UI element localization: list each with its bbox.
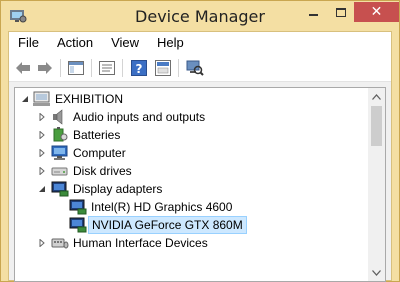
properties-icon[interactable] bbox=[98, 59, 116, 77]
device-manager-app-icon bbox=[9, 8, 27, 24]
toolbar-separator bbox=[60, 59, 61, 77]
tree-root[interactable]: EXHIBITION bbox=[15, 90, 369, 108]
hid-icon bbox=[51, 235, 69, 251]
expand-arrow-icon[interactable] bbox=[37, 238, 47, 248]
close-button[interactable]: ✕ bbox=[354, 2, 399, 22]
expand-arrow-icon[interactable] bbox=[37, 148, 47, 158]
expand-arrow-icon[interactable] bbox=[37, 130, 47, 140]
tree-item-batteries[interactable]: Batteries bbox=[15, 126, 369, 144]
tree-item-hid[interactable]: Human Interface Devices bbox=[15, 234, 369, 252]
tree-item-label: Computer bbox=[73, 146, 126, 160]
speaker-icon bbox=[51, 109, 69, 125]
minimize-button[interactable] bbox=[300, 2, 327, 22]
menu-file[interactable]: File bbox=[9, 32, 48, 54]
menu-action[interactable]: Action bbox=[48, 32, 102, 54]
menu-bar: File Action View Help bbox=[9, 32, 391, 54]
maximize-button[interactable] bbox=[327, 2, 354, 22]
tree-item-audio[interactable]: Audio inputs and outputs bbox=[15, 108, 369, 126]
tree-item-intel-gpu[interactable]: Intel(R) HD Graphics 4600 bbox=[15, 198, 369, 216]
toolbar: ? bbox=[9, 54, 391, 82]
maximize-icon bbox=[335, 7, 346, 17]
forward-icon[interactable] bbox=[36, 59, 54, 77]
vertical-scrollbar[interactable] bbox=[368, 88, 385, 281]
minimize-icon bbox=[309, 14, 318, 16]
battery-icon bbox=[51, 127, 69, 143]
update-driver-icon[interactable] bbox=[154, 59, 172, 77]
collapse-arrow-icon[interactable] bbox=[37, 184, 47, 194]
expand-arrow-icon[interactable] bbox=[37, 112, 47, 122]
scrollbar-thumb[interactable] bbox=[371, 106, 382, 146]
help-icon[interactable]: ? bbox=[130, 59, 148, 77]
scroll-up-icon[interactable] bbox=[368, 88, 385, 105]
client-area: File Action View Help ? EXHIBITION Audio… bbox=[8, 31, 392, 282]
collapse-arrow-icon[interactable] bbox=[20, 94, 30, 104]
tree-item-label: Human Interface Devices bbox=[73, 236, 208, 250]
display-adapter-icon bbox=[51, 181, 69, 197]
disk-drive-icon bbox=[51, 163, 69, 179]
show-hide-tree-icon[interactable] bbox=[67, 59, 85, 77]
device-manager-window: Device Manager ✕ File Action View Help ?… bbox=[0, 0, 400, 282]
tree-item-display-adapters[interactable]: Display adapters bbox=[15, 180, 369, 198]
toolbar-separator bbox=[178, 59, 179, 77]
tree-root-label: EXHIBITION bbox=[55, 92, 124, 106]
display-adapter-icon bbox=[69, 199, 87, 215]
tree-item-label: Disk drives bbox=[73, 164, 132, 178]
title-bar[interactable]: Device Manager ✕ bbox=[1, 1, 399, 31]
scroll-down-icon[interactable] bbox=[368, 264, 385, 281]
expand-arrow-icon[interactable] bbox=[37, 166, 47, 176]
back-icon[interactable] bbox=[14, 59, 32, 77]
menu-help[interactable]: Help bbox=[148, 32, 193, 54]
tree-item-label: Batteries bbox=[73, 128, 121, 142]
svg-text:?: ? bbox=[136, 62, 143, 76]
tree-item-disk-drives[interactable]: Disk drives bbox=[15, 162, 369, 180]
tree-item-nvidia-gpu[interactable]: NVIDIA GeForce GTX 860M bbox=[15, 216, 369, 234]
computer-icon bbox=[33, 91, 51, 107]
tree-item-label: Intel(R) HD Graphics 4600 bbox=[91, 200, 233, 214]
tree-item-label: Display adapters bbox=[73, 182, 163, 196]
toolbar-separator bbox=[122, 59, 123, 77]
close-icon: ✕ bbox=[370, 4, 383, 20]
computer-icon bbox=[51, 145, 69, 161]
tree-item-computer[interactable]: Computer bbox=[15, 144, 369, 162]
display-adapter-icon bbox=[69, 217, 87, 233]
tree-item-label: Audio inputs and outputs bbox=[73, 110, 206, 124]
menu-view[interactable]: View bbox=[102, 32, 148, 54]
tree-item-label-selected: NVIDIA GeForce GTX 860M bbox=[88, 216, 247, 234]
scan-hardware-icon[interactable] bbox=[186, 59, 204, 77]
toolbar-separator bbox=[91, 59, 92, 77]
device-tree[interactable]: EXHIBITION Audio inputs and outputs Batt… bbox=[14, 87, 386, 282]
